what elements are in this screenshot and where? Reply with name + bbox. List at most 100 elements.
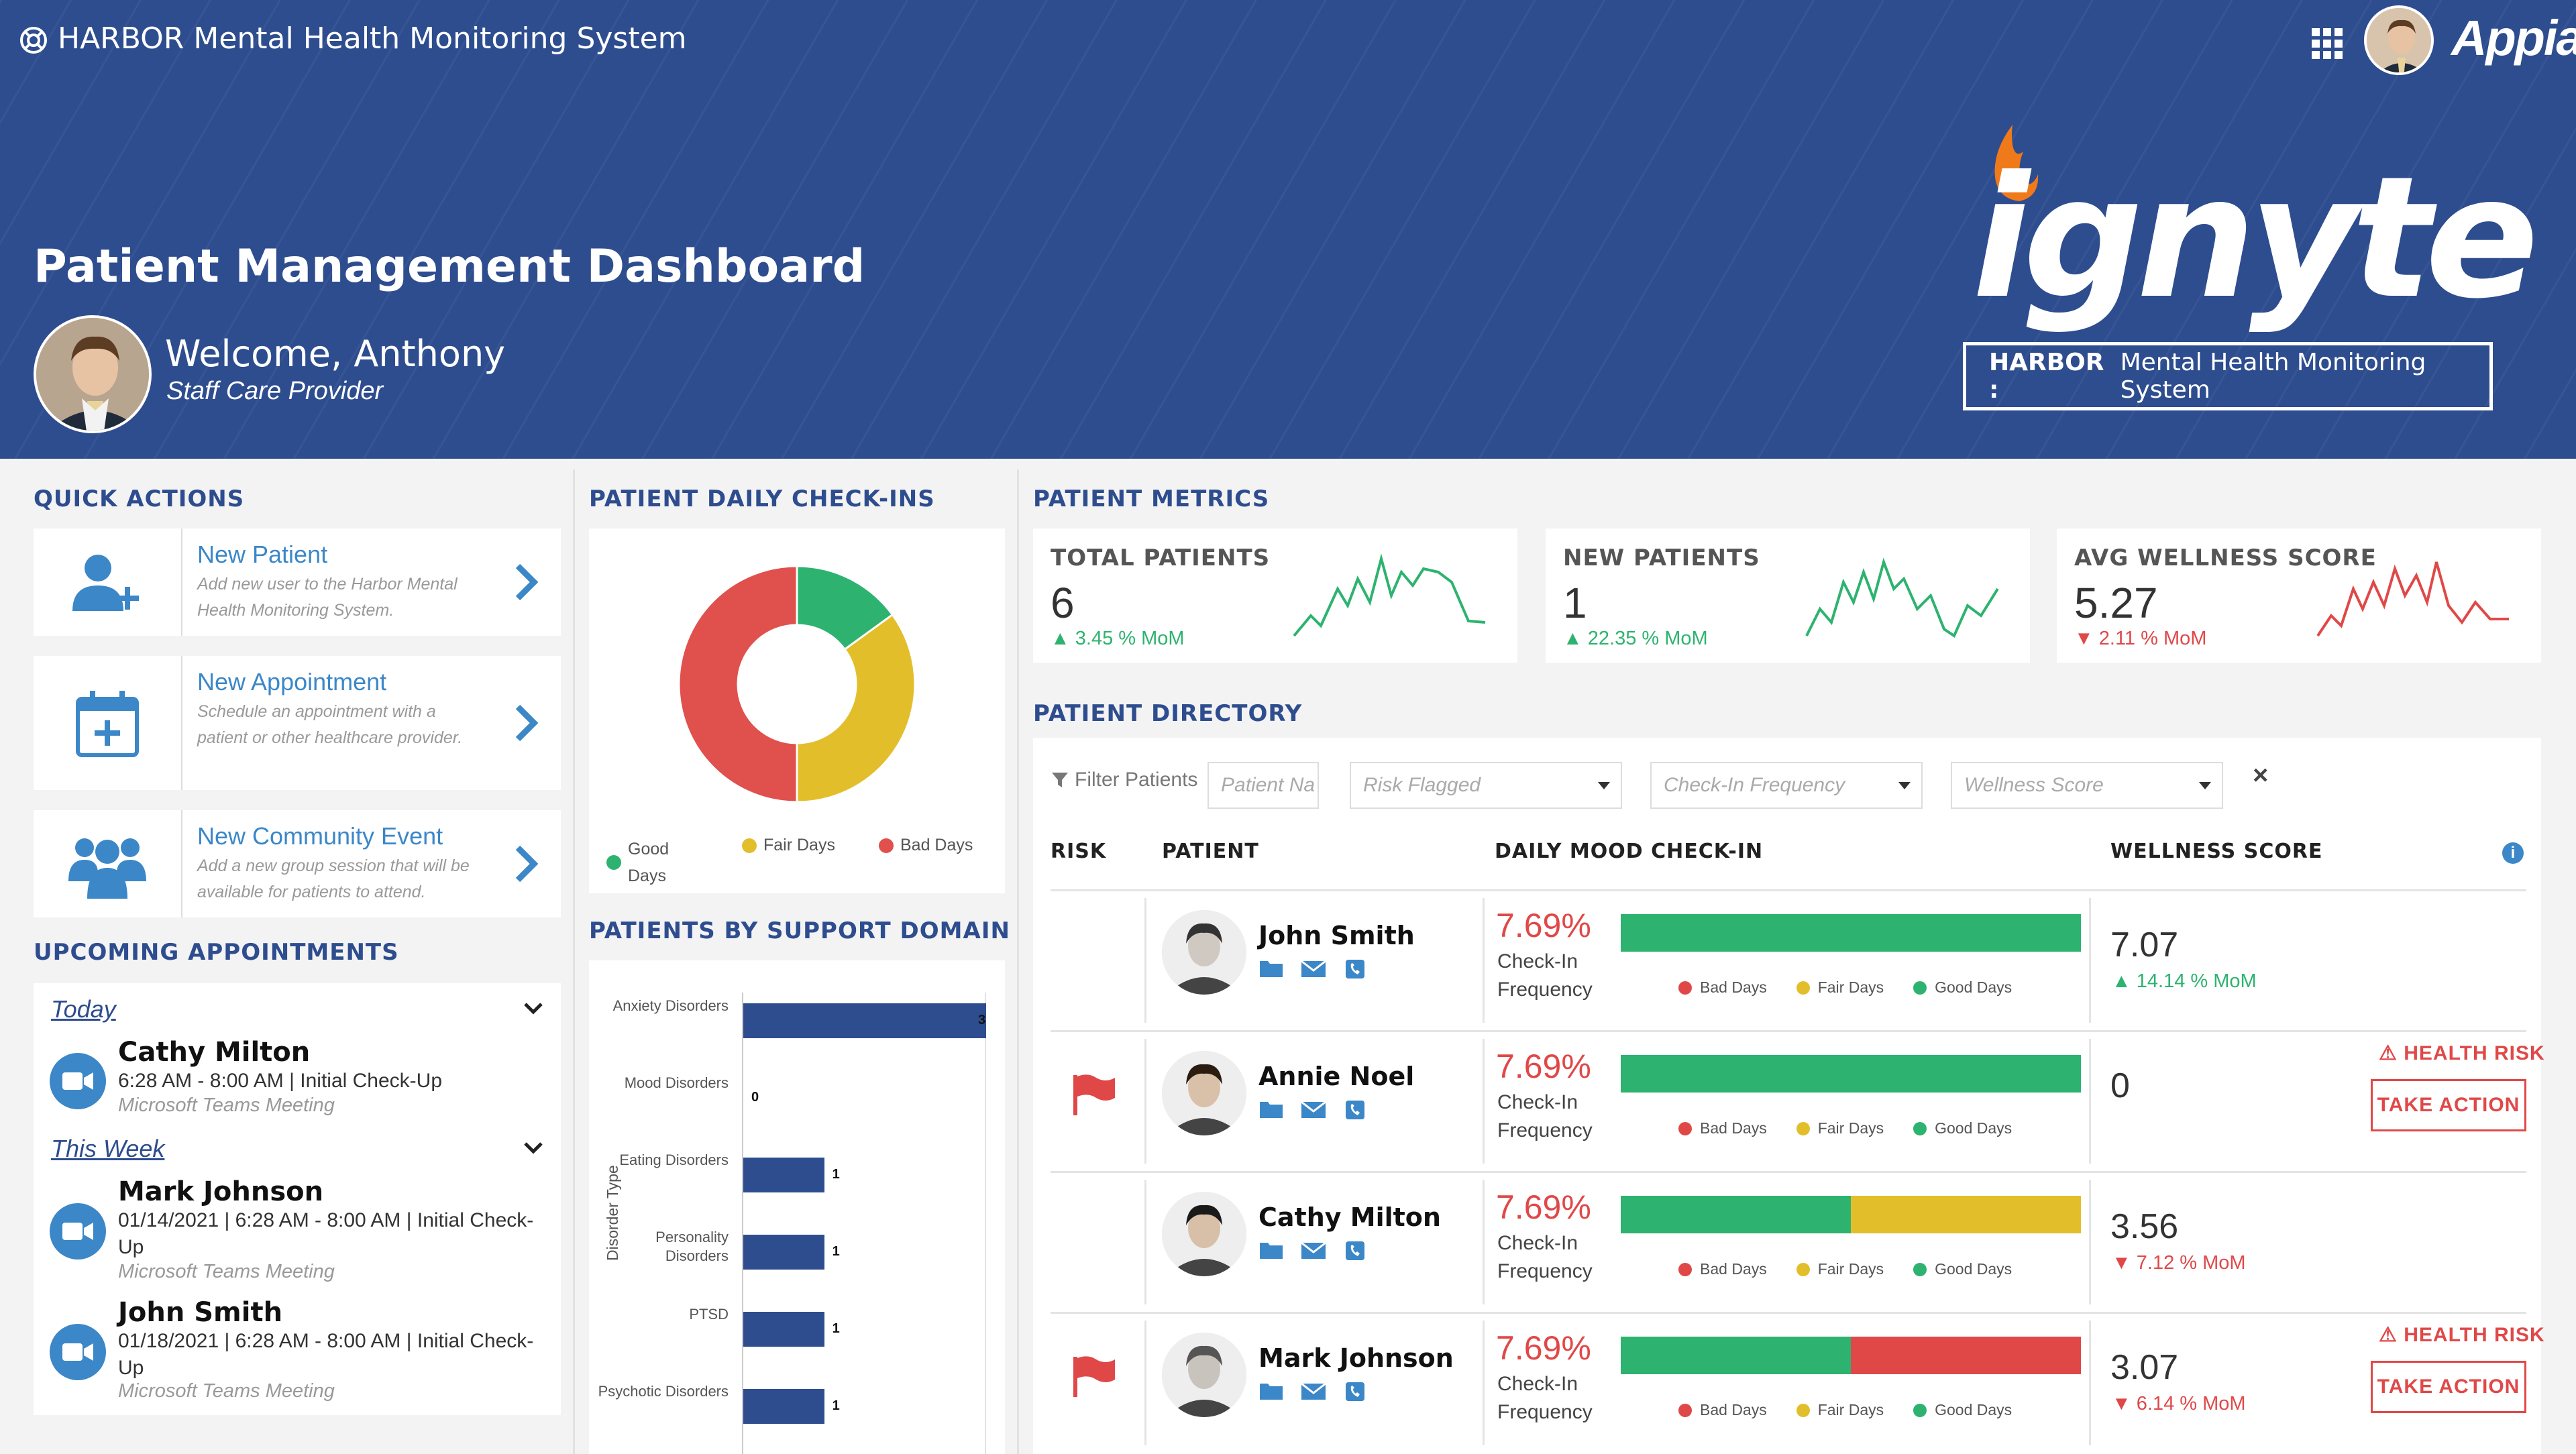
video-call-icon[interactable] [50, 1203, 106, 1260]
patient-name-filter[interactable]: Patient Na [1208, 762, 1319, 809]
video-call-icon[interactable] [50, 1053, 106, 1109]
new-patient-desc: Add new user to the Harbor Mental Health… [197, 575, 458, 620]
appointments-today-header[interactable]: Today [51, 995, 116, 1023]
table-row[interactable]: Mark Johnson 7.69% Check-In Frequency Bad D… [1051, 1312, 2544, 1450]
app-grid-icon[interactable] [2312, 28, 2343, 59]
bar-personality-disorders[interactable] [743, 1235, 824, 1270]
wellness-score: 3.07 [2110, 1348, 2179, 1387]
bar-anxiety-disorders[interactable] [743, 1003, 986, 1038]
info-icon[interactable]: i [2502, 842, 2524, 864]
bar-eating-disorders[interactable] [743, 1158, 824, 1192]
email-icon[interactable] [1301, 1099, 1326, 1119]
avatar[interactable] [1162, 910, 1246, 995]
donut-slice-bad-days[interactable] [678, 565, 798, 803]
bar-ptsd[interactable] [743, 1312, 824, 1347]
health-risk-label: ⚠ HEALTH RISK [2379, 1324, 2545, 1346]
appointments-week-header[interactable]: This Week [51, 1135, 164, 1163]
appointment-name[interactable]: Mark Johnson [118, 1176, 323, 1207]
chevron-right-icon[interactable] [514, 704, 538, 742]
patient-name[interactable]: Annie Noel [1258, 1062, 1414, 1091]
user-avatar [34, 315, 152, 433]
chevron-down-icon[interactable] [523, 1141, 543, 1155]
mood-bar-good [1621, 914, 2081, 952]
appointment-name[interactable]: Cathy Milton [118, 1037, 310, 1068]
clear-filters-button[interactable]: × [2253, 761, 2268, 791]
new-community-event-action[interactable]: New Community Event Add a new group sess… [34, 810, 561, 917]
risk-flagged-filter[interactable]: Risk Flagged [1350, 762, 1622, 809]
col-patient[interactable]: PATIENT [1162, 840, 1259, 863]
email-icon[interactable] [1301, 1240, 1326, 1260]
flag-icon[interactable] [1071, 1074, 1118, 1117]
checkins-donut-chart[interactable] [589, 528, 1005, 817]
caret-down-icon [1598, 782, 1610, 789]
cell-divider [1483, 1039, 1485, 1164]
legend-bad-label: Bad Days [1700, 1119, 1767, 1137]
new-community-event-label[interactable]: New Community Event [197, 822, 478, 850]
mood-bar[interactable] [1621, 1337, 2081, 1374]
bar-category-label: Psychotic Disorders [598, 1383, 729, 1400]
patient-name[interactable]: Mark Johnson [1258, 1343, 1454, 1373]
mood-legend: Bad Days Fair Days Good Days [1678, 978, 2012, 997]
column-divider [573, 469, 575, 1454]
table-row[interactable]: Annie Noel 7.69% Check-In Frequency Bad Day… [1051, 1030, 2544, 1168]
legend-fair-label: Fair Days [1817, 1401, 1884, 1418]
phone-icon[interactable] [1343, 1381, 1367, 1401]
table-row[interactable]: Cathy Milton 7.69% Check-In Frequency Bad D… [1051, 1171, 2526, 1309]
legend-fair-label: Fair Days [1817, 978, 1884, 996]
donut-slice-fair-days[interactable] [796, 613, 916, 803]
new-patient-action[interactable]: New Patient Add new user to the Harbor M… [34, 528, 561, 636]
chevron-right-icon[interactable] [514, 563, 538, 601]
wellness-score-filter[interactable]: Wellness Score [1951, 762, 2223, 809]
legend-bad: Bad Days [879, 836, 973, 855]
video-call-icon[interactable] [50, 1324, 106, 1380]
col-mood-checkin[interactable]: DAILY MOOD CHECK-IN [1495, 840, 1763, 863]
bar-value-label: 1 [832, 1321, 840, 1336]
appointment-time: 01/14/2021 | 6:28 AM - 8:00 AM | Initial… [118, 1209, 534, 1258]
patient-name[interactable]: Cathy Milton [1258, 1203, 1441, 1232]
email-icon[interactable] [1301, 1381, 1326, 1401]
col-wellness-score[interactable]: WELLNESS SCORE [2110, 840, 2322, 863]
folder-icon[interactable] [1260, 958, 1284, 978]
header-banner: HARBOR Mental Health Monitoring System A… [0, 0, 2576, 459]
flag-icon[interactable] [1071, 1355, 1118, 1398]
avatar[interactable] [1162, 1192, 1246, 1276]
avatar[interactable] [1162, 1051, 1246, 1135]
phone-icon[interactable] [1343, 958, 1367, 978]
folder-icon[interactable] [1260, 1381, 1284, 1401]
folder-icon[interactable] [1260, 1240, 1284, 1260]
health-risk-text: HEALTH RISK [2404, 1042, 2545, 1064]
email-icon[interactable] [1301, 958, 1326, 978]
checkin-frequency-filter[interactable]: Check-In Frequency [1650, 762, 1923, 809]
bar-psychotic-disorders[interactable] [743, 1389, 824, 1424]
new-appointment-label[interactable]: New Appointment [197, 668, 478, 696]
new-appointment-action[interactable]: New Appointment Schedule an appointment … [34, 656, 561, 790]
cell-divider [1144, 898, 1146, 1023]
cell-divider [1144, 1321, 1146, 1445]
take-action-button[interactable]: TAKE ACTION [2371, 1361, 2526, 1413]
caret-down-icon [2199, 782, 2211, 789]
phone-icon[interactable] [1343, 1240, 1367, 1260]
cell-divider [1144, 1180, 1146, 1304]
new-patient-label[interactable]: New Patient [197, 541, 478, 569]
avatar[interactable] [1162, 1333, 1246, 1417]
col-risk[interactable]: RISK [1051, 840, 1106, 863]
filter-label: Filter Patients [1075, 769, 1198, 791]
mood-bar[interactable] [1621, 1196, 2081, 1233]
folder-icon[interactable] [1260, 1099, 1284, 1119]
appointment-name[interactable]: John Smith [118, 1297, 282, 1328]
harbor-badge: HARBOR : Mental Health Monitoring System [1963, 342, 2493, 410]
legend-fair-label: Fair Days [763, 836, 835, 854]
patient-name[interactable]: John Smith [1258, 921, 1415, 950]
quick-actions-title: QUICK ACTIONS [34, 486, 245, 512]
cell-divider [2089, 1180, 2091, 1304]
user-avatar-menu[interactable] [2364, 5, 2434, 75]
cell-divider [2089, 1321, 2091, 1445]
take-action-button[interactable]: TAKE ACTION [2371, 1079, 2526, 1131]
mood-bar[interactable] [1621, 1055, 2081, 1093]
chevron-down-icon[interactable] [523, 1002, 543, 1015]
mood-bar[interactable] [1621, 914, 2081, 952]
app-title[interactable]: HARBOR Mental Health Monitoring System [58, 21, 687, 56]
phone-icon[interactable] [1343, 1099, 1367, 1119]
table-row[interactable]: John Smith 7.69% Check-In Frequency Bad Day… [1051, 889, 2526, 1027]
chevron-right-icon[interactable] [514, 845, 538, 883]
